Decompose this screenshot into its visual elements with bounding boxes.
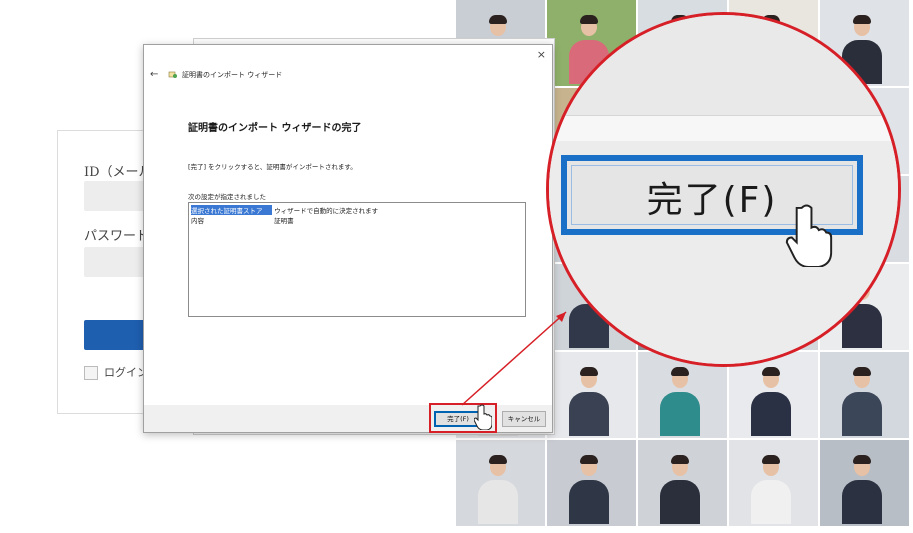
magnifier-callout: 完了(F) — [546, 12, 901, 367]
magnified-hand-cursor-icon — [785, 204, 833, 267]
magnifier-background — [549, 15, 898, 115]
magnifier-panel — [549, 115, 898, 142]
